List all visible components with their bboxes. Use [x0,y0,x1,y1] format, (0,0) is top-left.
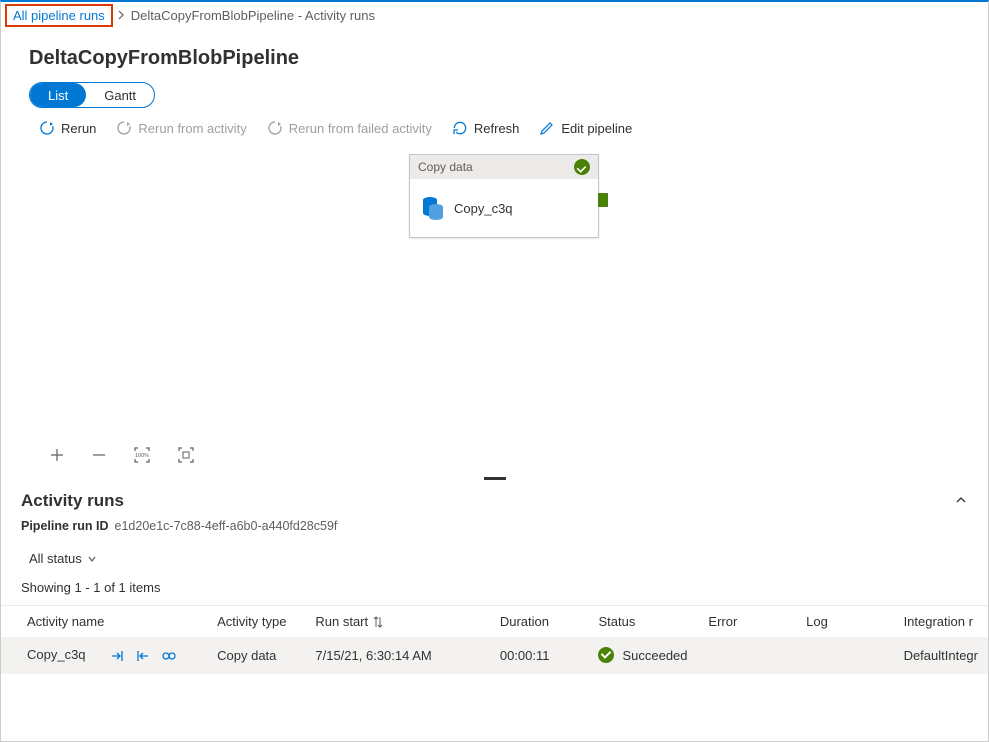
col-log[interactable]: Log [796,606,893,638]
activity-card[interactable]: Copy data Copy_c3q [409,154,599,238]
run-id-label: Pipeline run ID [21,519,109,533]
zoom-fit-button[interactable] [177,446,195,467]
cell-activity-name: Copy_c3q [27,647,86,662]
database-icon [422,195,444,221]
status-filter-label: All status [29,551,82,566]
col-integration-runtime[interactable]: Integration r [894,606,988,638]
rerun-label: Rerun [61,121,96,136]
rerun-failed-icon [267,120,283,136]
view-toggle: List Gantt [29,82,155,108]
success-icon [598,647,614,663]
col-activity-name[interactable]: Activity name [1,606,207,638]
activity-card-header: Copy data [410,155,598,179]
details-icon[interactable] [161,648,177,664]
action-bar: Rerun Rerun from activity Rerun from fai… [1,108,988,146]
sort-icon [372,615,384,629]
rerun-from-activity-button: Rerun from activity [116,120,246,136]
cell-error [698,637,796,674]
view-toggle-list[interactable]: List [30,83,86,107]
collapse-section-button[interactable] [954,493,968,510]
refresh-button[interactable]: Refresh [452,120,520,136]
status-filter-dropdown[interactable]: All status [1,547,988,574]
breadcrumb-all-runs-link[interactable]: All pipeline runs [5,4,113,27]
activity-name-label: Copy_c3q [454,201,513,216]
zoom-in-button[interactable] [49,447,65,466]
edit-icon [539,120,555,136]
breadcrumb-separator [117,8,125,23]
chevron-down-icon [86,553,98,565]
page-title: DeltaCopyFromBlobPipeline [1,29,988,82]
run-id-value: e1d20e1c-7c88-4eff-a6b0-a440fd28c59f [115,519,338,533]
cell-duration: 00:00:11 [490,637,589,674]
edit-pipeline-label: Edit pipeline [561,121,632,136]
col-error[interactable]: Error [698,606,796,638]
col-run-start-label: Run start [315,614,368,629]
refresh-label: Refresh [474,121,520,136]
refresh-icon [452,120,468,136]
output-icon[interactable] [135,648,151,664]
activity-runs-table: Activity name Activity type Run start Du… [1,605,988,674]
rerun-failed-label: Rerun from failed activity [289,121,432,136]
col-duration[interactable]: Duration [490,606,589,638]
zoom-controls: 100% [1,446,988,477]
rerun-icon [39,120,55,136]
cell-log [796,637,893,674]
cell-run-start: 7/15/21, 6:30:14 AM [305,637,489,674]
activity-output-port[interactable] [598,193,608,207]
col-run-start[interactable]: Run start [305,606,489,638]
zoom-reset-button[interactable]: 100% [133,446,151,467]
pipeline-run-id-row: Pipeline run ID e1d20e1c-7c88-4eff-a6b0-… [1,517,988,547]
success-status-icon [574,159,590,175]
zoom-out-button[interactable] [91,447,107,466]
activity-type-label: Copy data [418,160,473,174]
col-activity-type[interactable]: Activity type [207,606,305,638]
edit-pipeline-button[interactable]: Edit pipeline [539,120,632,136]
table-row[interactable]: Copy_c3q Copy data 7/15/21, 6:30:14 AM 0… [1,637,988,674]
svg-text:100%: 100% [135,453,149,459]
breadcrumb-current: DeltaCopyFromBlobPipeline - Activity run… [129,6,377,25]
view-toggle-gantt[interactable]: Gantt [86,83,154,107]
input-icon[interactable] [109,648,125,664]
pipeline-canvas[interactable]: Copy data Copy_c3q [1,146,988,446]
rerun-activity-label: Rerun from activity [138,121,246,136]
rerun-activity-icon [116,120,132,136]
activity-runs-title: Activity runs [21,491,124,511]
activity-runs-header: Activity runs [1,483,988,517]
rerun-from-failed-button: Rerun from failed activity [267,120,432,136]
cell-integration-runtime: DefaultIntegr [894,637,988,674]
breadcrumb: All pipeline runs DeltaCopyFromBlobPipel… [1,2,988,29]
col-status[interactable]: Status [588,606,698,638]
cell-status: Succeeded [622,648,687,663]
activity-card-body: Copy_c3q [410,179,598,237]
cell-activity-type: Copy data [207,637,305,674]
rerun-button[interactable]: Rerun [39,120,96,136]
results-count: Showing 1 - 1 of 1 items [1,574,988,605]
